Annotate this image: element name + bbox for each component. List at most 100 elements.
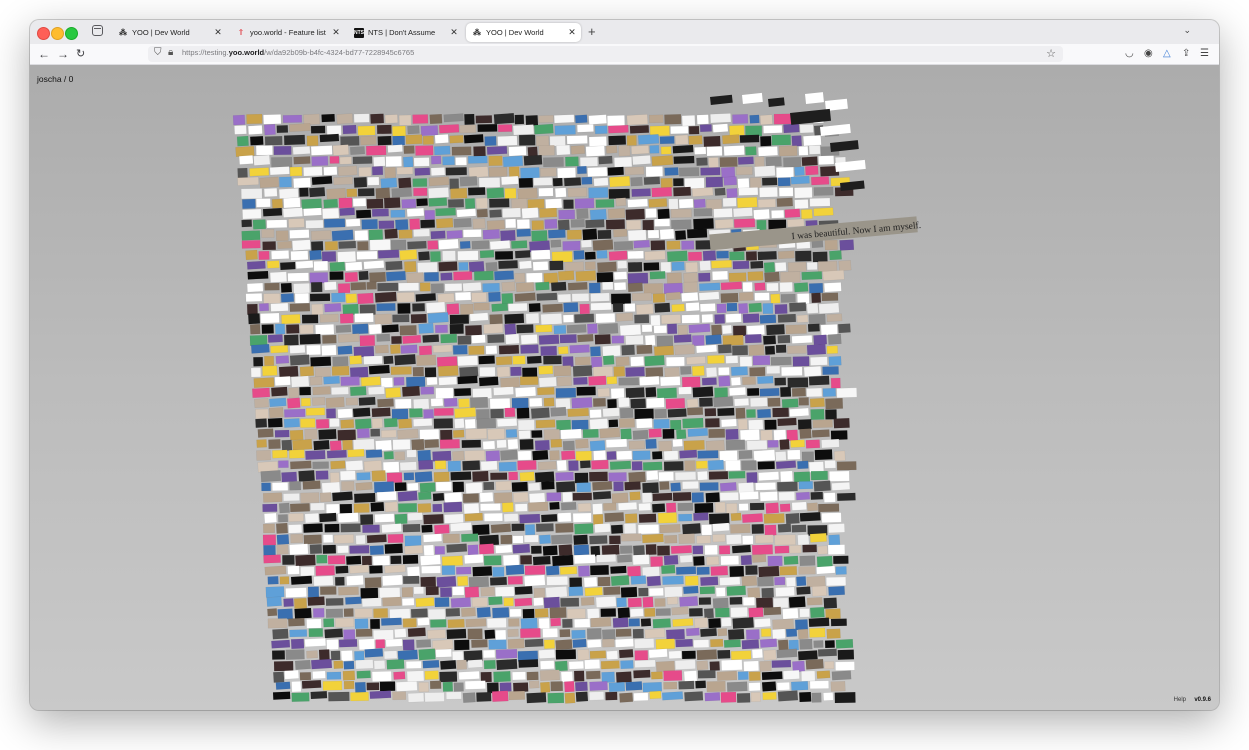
thumbnail-tile[interactable] — [592, 397, 606, 407]
thumbnail-tile[interactable] — [681, 650, 696, 660]
thumbnail-tile[interactable] — [807, 323, 820, 332]
thumbnail-tile[interactable] — [558, 209, 575, 220]
thumbnail-tile[interactable] — [810, 356, 828, 366]
thumbnail-tile[interactable] — [538, 334, 560, 345]
thumbnail-tile[interactable] — [754, 292, 770, 301]
thumbnail-tile[interactable] — [746, 440, 768, 451]
thumbnail-tile[interactable] — [555, 639, 573, 651]
thumbnail-tile[interactable] — [242, 198, 256, 209]
thumbnail-tile[interactable] — [830, 377, 841, 389]
thumbnail-tile[interactable] — [685, 627, 700, 637]
thumbnail-tile[interactable] — [313, 439, 330, 451]
thumbnail-tile[interactable] — [783, 123, 800, 134]
thumbnail-tile[interactable] — [742, 313, 760, 324]
thumbnail-tile[interactable] — [553, 365, 572, 377]
thumbnail-tile[interactable] — [665, 291, 681, 301]
thumbnail-tile[interactable] — [421, 524, 433, 533]
thumbnail-tile[interactable] — [279, 176, 292, 188]
thumbnail-tile[interactable] — [634, 408, 654, 420]
thumbnail-tile[interactable] — [684, 460, 696, 472]
thumbnail-tile[interactable] — [324, 303, 342, 313]
thumbnail-tile[interactable] — [459, 176, 478, 187]
thumbnail-tile[interactable] — [781, 366, 803, 377]
thumbnail-tile[interactable] — [535, 523, 554, 532]
thumbnail-tile[interactable] — [825, 409, 837, 420]
thumbnail-tile[interactable] — [737, 156, 754, 165]
thumbnail-tile[interactable] — [282, 114, 303, 123]
thumbnail-tile[interactable] — [520, 334, 538, 345]
thumbnail-tile[interactable] — [430, 251, 441, 262]
thumbnail-tile[interactable] — [780, 386, 792, 398]
thumbnail-tile[interactable] — [316, 554, 328, 564]
thumbnail-tile[interactable] — [785, 513, 800, 525]
thumbnail-tile[interactable] — [732, 345, 748, 356]
thumbnail-tile[interactable] — [694, 146, 707, 155]
thumbnail-tile[interactable] — [324, 241, 339, 251]
thumbnail-tile[interactable] — [670, 545, 692, 554]
thumbnail-tile[interactable] — [548, 229, 566, 239]
thumbnail-tile[interactable] — [746, 324, 765, 336]
thumbnail-tile[interactable] — [808, 282, 824, 294]
thumbnail-tile[interactable] — [610, 575, 630, 587]
thumbnail-tile[interactable] — [829, 250, 842, 261]
thumbnail-tile[interactable] — [264, 512, 277, 524]
thumbnail-tile[interactable] — [319, 512, 337, 523]
thumbnail-tile[interactable] — [461, 607, 476, 617]
thumbnail-tile[interactable] — [435, 387, 454, 399]
thumbnail-tile[interactable] — [471, 334, 486, 344]
thumbnail-tile[interactable] — [324, 628, 344, 639]
thumbnail-tile[interactable] — [368, 386, 385, 395]
thumbnail-tile[interactable] — [773, 429, 787, 441]
thumbnail-tile[interactable] — [500, 449, 518, 461]
thumbnail-tile[interactable] — [578, 565, 590, 577]
thumbnail-tile[interactable] — [708, 157, 719, 168]
thumbnail-tile[interactable] — [602, 407, 620, 418]
thumbnail-tile[interactable] — [535, 419, 556, 429]
thumbnail-tile[interactable] — [485, 261, 498, 272]
thumbnail-tile[interactable] — [287, 565, 300, 575]
thumbnail-tile[interactable] — [641, 324, 653, 333]
thumbnail-tile[interactable] — [791, 335, 813, 344]
thumbnail-tile[interactable] — [450, 187, 468, 199]
thumbnail-tile[interactable] — [325, 396, 345, 408]
thumbnail-tile[interactable] — [306, 135, 319, 147]
thumbnail-tile[interactable] — [663, 461, 684, 471]
thumbnail-tile[interactable] — [246, 113, 263, 125]
thumbnail-tile[interactable] — [295, 260, 314, 269]
thumbnail-tile[interactable] — [762, 691, 777, 701]
thumbnail-tile[interactable] — [479, 492, 494, 503]
thumbnail-tile[interactable] — [271, 639, 291, 649]
thumbnail-tile[interactable] — [457, 575, 469, 587]
thumbnail-tile[interactable] — [717, 344, 732, 354]
thumbnail-tile[interactable] — [392, 439, 411, 451]
thumbnail-tile[interactable] — [425, 586, 439, 596]
thumbnail-tile[interactable] — [470, 396, 489, 409]
thumbnail-tile[interactable] — [755, 534, 774, 544]
thumbnail-tile[interactable] — [491, 303, 509, 312]
thumbnail-tile[interactable] — [656, 335, 674, 347]
thumbnail-tile[interactable] — [515, 386, 537, 398]
thumbnail-tile[interactable] — [813, 186, 834, 196]
thumbnail-tile[interactable] — [647, 229, 660, 239]
thumbnail-tile[interactable] — [725, 355, 739, 364]
thumbnail-tile[interactable] — [772, 407, 789, 418]
thumbnail-tile[interactable] — [424, 692, 445, 703]
thumbnail-tile[interactable] — [301, 679, 322, 689]
thumbnail-tile[interactable] — [659, 228, 675, 240]
thumbnail-tile[interactable] — [648, 198, 668, 208]
thumbnail-tile[interactable] — [371, 208, 389, 217]
thumbnail-tile[interactable] — [415, 597, 435, 608]
thumbnail-tile[interactable] — [544, 218, 558, 229]
thumbnail-tile[interactable] — [483, 659, 496, 670]
thumbnail-tile[interactable] — [603, 502, 617, 511]
thumbnail-tile[interactable] — [570, 219, 585, 228]
thumbnail-tile[interactable] — [442, 250, 456, 262]
thumbnail-tile[interactable] — [366, 281, 377, 290]
thumbnail-tile[interactable] — [420, 219, 436, 229]
thumbnail-tile[interactable] — [644, 355, 665, 367]
thumbnail-tile[interactable] — [252, 219, 267, 230]
thumbnail-tile[interactable] — [355, 482, 373, 491]
thumbnail-tile[interactable] — [670, 208, 692, 218]
thumbnail-tile[interactable] — [809, 197, 831, 207]
thumbnail-tile[interactable] — [309, 544, 323, 555]
